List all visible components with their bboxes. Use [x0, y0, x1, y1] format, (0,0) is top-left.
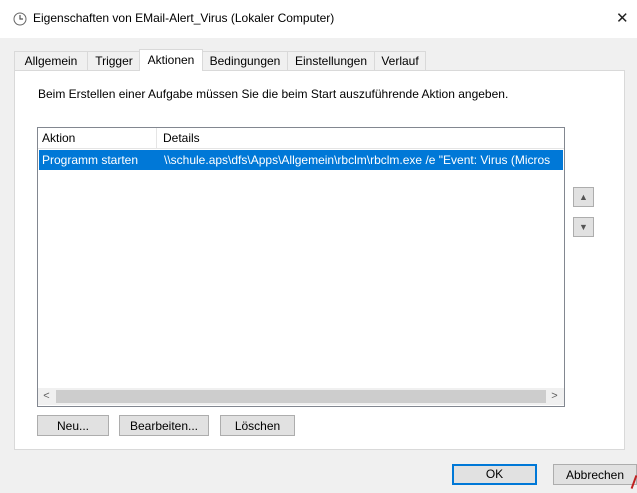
tab-trigger[interactable]: Trigger — [87, 51, 141, 70]
edit-button[interactable]: Bearbeiten... — [119, 415, 209, 436]
table-row[interactable]: Programm starten \\schule.aps\dfs\Apps\A… — [39, 150, 563, 170]
delete-button[interactable]: Löschen — [220, 415, 295, 436]
horizontal-scrollbar[interactable]: < > — [38, 388, 564, 405]
move-down-button[interactable]: ▼ — [573, 217, 594, 237]
scroll-left-icon[interactable]: < — [38, 388, 55, 405]
task-scheduler-icon — [13, 12, 27, 26]
list-header: Aktion Details — [38, 128, 564, 149]
tab-bedingungen[interactable]: Bedingungen — [202, 51, 288, 70]
row-action: Programm starten — [42, 153, 139, 167]
row-details: \\schule.aps\dfs\Apps\Allgemein\rbclm\rb… — [164, 153, 551, 167]
tab-verlauf[interactable]: Verlauf — [374, 51, 426, 70]
cancel-button[interactable]: Abbrechen — [553, 464, 637, 485]
tab-einstellungen[interactable]: Einstellungen — [287, 51, 375, 70]
ok-button[interactable]: OK — [452, 464, 537, 485]
column-divider[interactable] — [156, 128, 157, 148]
move-up-button[interactable]: ▲ — [573, 187, 594, 207]
new-button[interactable]: Neu... — [37, 415, 109, 436]
tab-aktionen[interactable]: Aktionen — [139, 49, 203, 71]
instruction-text: Beim Erstellen einer Aufgabe müssen Sie … — [38, 87, 509, 101]
close-icon[interactable]: ✕ — [616, 8, 637, 30]
title-bar: Eigenschaften von EMail-Alert_Virus (Lok… — [0, 0, 637, 38]
actions-panel: Beim Erstellen einer Aufgabe müssen Sie … — [14, 70, 625, 450]
actions-list[interactable]: Aktion Details Programm starten \\schule… — [37, 127, 565, 407]
scroll-right-icon[interactable]: > — [546, 388, 563, 405]
window-title: Eigenschaften von EMail-Alert_Virus (Lok… — [33, 11, 335, 25]
column-header-aktion[interactable]: Aktion — [42, 131, 75, 145]
tab-allgemein[interactable]: Allgemein — [14, 51, 88, 70]
column-header-details[interactable]: Details — [163, 131, 200, 145]
scroll-thumb[interactable] — [56, 390, 546, 403]
